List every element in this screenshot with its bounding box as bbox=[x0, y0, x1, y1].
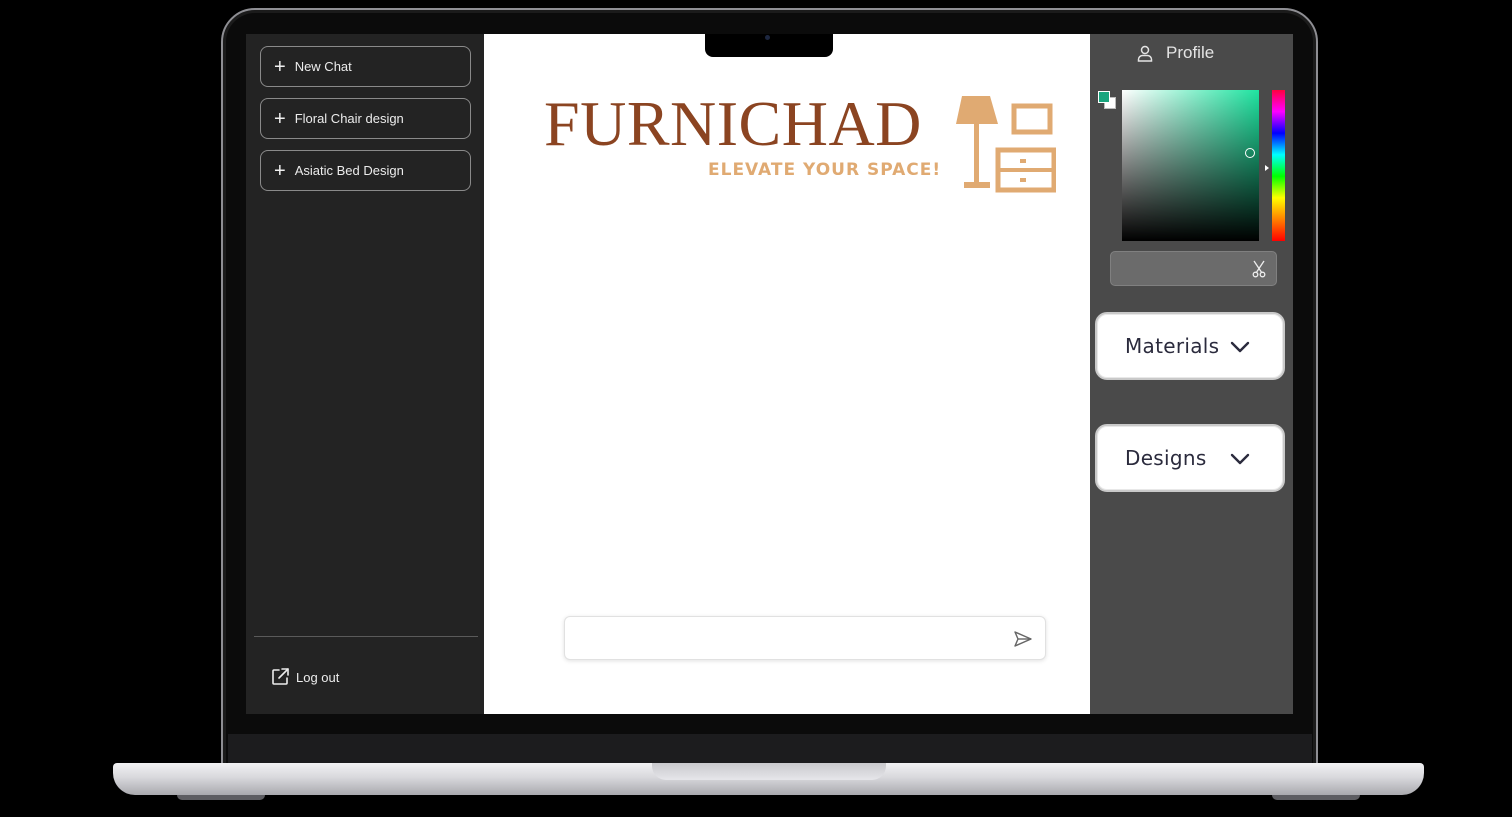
laptop-base-notch bbox=[652, 763, 886, 780]
sidebar: + New Chat + Floral Chair design + Asiat… bbox=[246, 34, 484, 714]
chevron-down-icon bbox=[1230, 453, 1250, 465]
screen-bezel-bottom bbox=[228, 734, 1312, 764]
external-link-icon bbox=[272, 668, 289, 685]
chat-button-label: New Chat bbox=[294, 59, 352, 74]
primary-color-swatch[interactable] bbox=[1098, 91, 1110, 103]
plus-icon: + bbox=[274, 55, 286, 78]
color-saturation-picker[interactable] bbox=[1122, 90, 1259, 241]
logout-label: Log out bbox=[296, 669, 340, 685]
chat-button-label: Floral Chair design bbox=[294, 111, 404, 126]
color-hex-field bbox=[1110, 251, 1277, 286]
laptop-foot-left bbox=[177, 795, 265, 800]
chat-button-label: Asiatic Bed Design bbox=[294, 163, 404, 178]
chat-input[interactable] bbox=[565, 617, 995, 659]
brand-tagline: ELEVATE YOUR SPACE! bbox=[708, 160, 942, 180]
sidebar-divider bbox=[254, 636, 478, 637]
profile-label: Profile bbox=[1166, 43, 1215, 62]
materials-dropdown[interactable]: Materials bbox=[1095, 312, 1285, 380]
hue-slider[interactable] bbox=[1272, 90, 1285, 241]
customize-panel: Profile Materials Designs bbox=[1090, 34, 1293, 714]
user-icon bbox=[1137, 45, 1153, 62]
hue-slider-handle[interactable] bbox=[1265, 165, 1269, 171]
designs-dropdown-label: Designs bbox=[1125, 446, 1207, 470]
materials-dropdown-label: Materials bbox=[1125, 334, 1220, 358]
camera-icon bbox=[765, 35, 770, 40]
laptop-foot-right bbox=[1272, 795, 1360, 800]
plus-icon: + bbox=[274, 159, 286, 182]
designs-dropdown[interactable]: Designs bbox=[1095, 424, 1285, 492]
brand-wordmark: FURNICHAD bbox=[544, 88, 922, 159]
color-hex-input[interactable] bbox=[1111, 252, 1251, 285]
chat-item-floral-chair[interactable]: + Floral Chair design bbox=[260, 98, 471, 139]
chat-input-box bbox=[564, 616, 1046, 660]
send-icon[interactable] bbox=[1013, 629, 1033, 649]
furniture-lamp-dresser-icon bbox=[956, 96, 1056, 193]
color-picker-handle[interactable] bbox=[1245, 148, 1255, 158]
chat-item-asiatic-bed[interactable]: + Asiatic Bed Design bbox=[260, 150, 471, 191]
new-chat-button[interactable]: + New Chat bbox=[260, 46, 471, 87]
scissors-icon[interactable] bbox=[1251, 260, 1267, 278]
app-screen: + New Chat + Floral Chair design + Asiat… bbox=[246, 34, 1293, 714]
camera-notch bbox=[705, 34, 833, 57]
chat-area: FURNICHAD ELEVATE YOUR SPACE! bbox=[484, 34, 1090, 714]
plus-icon: + bbox=[274, 107, 286, 130]
logout-button[interactable]: Log out bbox=[270, 666, 339, 688]
chevron-down-icon bbox=[1230, 341, 1250, 353]
profile-button[interactable]: Profile bbox=[1136, 42, 1214, 64]
